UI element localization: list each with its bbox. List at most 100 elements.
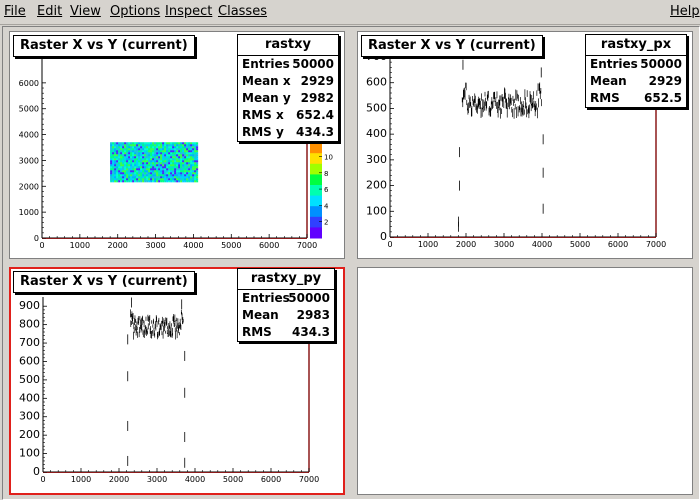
- heatmap-cell: [158, 180, 161, 183]
- heatmap-cell: [138, 176, 141, 179]
- heatmap-cell: [178, 148, 181, 151]
- colorbar-segment: [310, 163, 322, 175]
- heatmap-cell: [158, 162, 161, 165]
- heatmap-cell: [170, 162, 173, 165]
- heatmap-cell: [196, 164, 199, 167]
- heatmap-cell: [184, 158, 187, 161]
- heatmap-cell: [164, 178, 167, 181]
- heatmap-cell: [148, 154, 151, 157]
- heatmap-cell: [184, 148, 187, 151]
- heatmap-cell: [190, 150, 193, 153]
- heatmap-cell: [182, 144, 185, 147]
- x-tick-label: 5000: [221, 241, 241, 250]
- pad-rastxy-py[interactable]: 0 1000 2000 3000 4000 5000 6000 7000 0 100 200 300 4…: [9, 267, 345, 495]
- heatmap-cell: [192, 162, 195, 165]
- heatmap-cell: [110, 144, 113, 147]
- heatmap-cell: [186, 160, 189, 163]
- heatmap-cell: [156, 168, 159, 171]
- heatmap-cell: [144, 162, 147, 165]
- heatmap-cell: [116, 164, 119, 167]
- heatmap-cell: [184, 144, 187, 147]
- heatmap-cell: [188, 154, 191, 157]
- heatmap-cell: [132, 144, 135, 147]
- x-tick-label: 4000: [532, 240, 552, 249]
- heatmap-cell: [188, 176, 191, 179]
- heatmap-cell: [194, 154, 197, 157]
- menu-help[interactable]: Help: [670, 4, 700, 19]
- heatmap-cell: [182, 158, 185, 161]
- heatmap-cell: [156, 164, 159, 167]
- heatmap-cell: [116, 154, 119, 157]
- heatmap-cell: [128, 160, 131, 163]
- heatmap-cell: [178, 154, 181, 157]
- heatmap-cell: [180, 168, 183, 171]
- menu-classes[interactable]: Classes: [218, 4, 267, 19]
- heatmap-cell: [152, 166, 155, 169]
- heatmap-cell: [190, 176, 193, 179]
- heatmap-cell: [154, 170, 157, 173]
- heatmap-cell: [126, 162, 129, 165]
- pad-title: Raster X vs Y (current): [361, 35, 543, 57]
- heatmap-cell: [176, 164, 179, 167]
- heatmap-cell: [154, 158, 157, 161]
- heatmap-cell: [168, 170, 171, 173]
- heatmap-cell: [136, 142, 139, 145]
- heatmap-cell: [188, 170, 191, 173]
- heatmap-cell: [158, 152, 161, 155]
- heatmap-cell: [182, 174, 185, 177]
- heatmap-cell: [156, 158, 159, 161]
- heatmap-cell: [174, 160, 177, 163]
- y-tick-label: 400: [366, 127, 387, 140]
- pad-rastxy-px[interactable]: 0 1000 2000 3000 4000 5000 6000 7000 0 100 200 300 4…: [357, 31, 693, 259]
- x-tick-label: 5000: [223, 475, 243, 484]
- heatmap-cell: [160, 170, 163, 173]
- heatmap-cell: [138, 162, 141, 165]
- heatmap-cell: [186, 152, 189, 155]
- heatmap-cell: [126, 178, 129, 181]
- heatmap-cell: [150, 166, 153, 169]
- heatmap-cell: [136, 162, 139, 165]
- heatmap-cell: [122, 168, 125, 171]
- heatmap-cell: [130, 144, 133, 147]
- menu-view[interactable]: View: [70, 4, 101, 19]
- menu-file[interactable]: File: [4, 4, 26, 19]
- heatmap-cell: [184, 176, 187, 179]
- heatmap-cell: [194, 166, 197, 169]
- y-tick-label: 200: [19, 428, 40, 441]
- pad-rastxy[interactable]: 0 1000 2000 3000 4000 5000 6000 7000 0 1000 2000 30…: [9, 31, 345, 259]
- stats-box[interactable]: rastxy_px Entries 50000 Mean 2929 RMS 652.5: [585, 34, 687, 108]
- heatmap-cell: [120, 142, 123, 145]
- heatmap-cell: [132, 168, 135, 171]
- menu-options[interactable]: Options: [110, 4, 160, 19]
- heatmap-cell: [170, 176, 173, 179]
- heatmap-cell: [144, 166, 147, 169]
- heatmap-cell: [150, 150, 153, 153]
- menu-inspect[interactable]: Inspect: [165, 4, 212, 19]
- heatmap-cell: [136, 160, 139, 163]
- heatmap-cell: [124, 146, 127, 149]
- heatmap-cell: [186, 166, 189, 169]
- heatmap-cell: [168, 162, 171, 165]
- heatmap-cell: [182, 152, 185, 155]
- heatmap-cell: [182, 162, 185, 165]
- heatmap-cell: [194, 168, 197, 171]
- heatmap-cell: [148, 172, 151, 175]
- heatmap-cell: [150, 178, 153, 181]
- heatmap-cell: [188, 168, 191, 171]
- heatmap-cell: [190, 158, 193, 161]
- heatmap-cell: [150, 148, 153, 151]
- heatmap-cell: [142, 176, 145, 179]
- stats-box[interactable]: rastxy_py Entries 50000 Mean 2983 RMS 434.3: [237, 268, 335, 342]
- heatmap-cell: [170, 146, 173, 149]
- heatmap-cell: [166, 154, 169, 157]
- pad-empty[interactable]: [357, 267, 693, 495]
- stats-box[interactable]: rastxy Entries 50000 Mean x 2929 Mean y 298…: [237, 34, 339, 142]
- heatmap-cell: [148, 156, 151, 159]
- heatmap-cell: [124, 168, 127, 171]
- colorbar-segment: [310, 195, 322, 207]
- menu-edit[interactable]: Edit: [37, 4, 62, 19]
- colorbar-segment: [310, 153, 322, 165]
- root-canvas[interactable]: 0 1000 2000 3000 4000 5000 6000 7000 0 1000 2000 30…: [2, 26, 700, 500]
- heatmap-cell: [156, 162, 159, 165]
- heatmap-cell: [172, 178, 175, 181]
